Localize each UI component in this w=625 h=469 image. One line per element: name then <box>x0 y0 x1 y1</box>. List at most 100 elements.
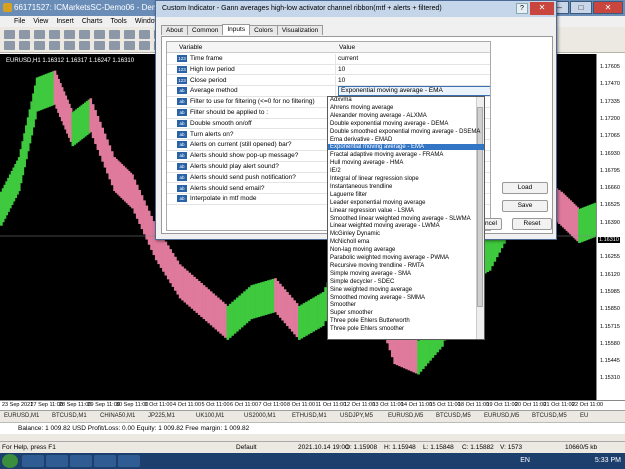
scrollbar-thumb[interactable] <box>477 107 483 307</box>
dropdown-option[interactable]: Adxvma <box>330 97 352 103</box>
tab-inputs[interactable]: Inputs <box>222 24 251 35</box>
taskbar-app-icon[interactable] <box>70 455 92 467</box>
symbol-tab[interactable]: BTCUSD,M5 <box>532 413 567 419</box>
reset-button[interactable]: Reset <box>512 218 552 230</box>
dropdown-option[interactable]: Simple decycler - SDEC <box>330 279 394 285</box>
dropdown-option[interactable]: Smoothed linear weighted moving average … <box>330 216 471 222</box>
dropdown-option[interactable]: Super smoother <box>330 310 373 316</box>
symbol-tab[interactable]: USDJPY,M5 <box>340 413 373 419</box>
dropdown-option[interactable]: McGinley Dynamic <box>330 231 380 237</box>
input-row[interactable]: 123 Time frame current <box>167 54 490 65</box>
menu-charts[interactable]: Charts <box>82 16 103 27</box>
chevron-down-icon[interactable]: ▼ <box>487 87 490 95</box>
dropdown-option[interactable]: Linear weighted moving average - LWMA <box>330 223 440 229</box>
symbol-tab[interactable]: ETHUSD,M1 <box>292 413 327 419</box>
toolbar-icon[interactable] <box>49 41 60 50</box>
symbol-tab[interactable]: BTCUSD,M5 <box>436 413 471 419</box>
symbol-tab[interactable]: BTCUSD,M1 <box>52 413 87 419</box>
load-button[interactable]: Load <box>502 182 548 194</box>
dropdown-option[interactable]: McNicholl ema <box>330 239 369 245</box>
menu-file[interactable]: File <box>14 16 25 27</box>
dropdown-option[interactable]: Instantaneous trendline <box>330 184 392 190</box>
dropdown-option[interactable]: Simple moving average - SMA <box>330 271 411 277</box>
toolbar-icon[interactable] <box>4 30 15 39</box>
dialog-close-button[interactable]: ✕ <box>530 2 554 15</box>
tab-visualization[interactable]: Visualization <box>276 25 324 35</box>
dropdown-option[interactable]: Leader exponential moving average <box>330 200 425 206</box>
ribbon-segment <box>259 282 263 317</box>
toolbar-icon[interactable] <box>34 30 45 39</box>
tab-colors[interactable]: Colors <box>249 25 278 35</box>
symbol-tab[interactable]: CHINA50,M1 <box>100 413 135 419</box>
dropdown-option[interactable]: Ema derivative - EMAD <box>330 137 392 143</box>
input-row[interactable]: 123 Close period 10 <box>167 75 490 87</box>
dropdown-option[interactable]: Non-lag moving average <box>330 247 395 253</box>
symbol-tab[interactable]: US2000,M1 <box>244 413 276 419</box>
tab-common[interactable]: Common <box>187 25 224 35</box>
param-type-icon: ab <box>177 141 187 149</box>
dropdown-option[interactable]: Fractal adaptive moving average - FRAMA <box>330 152 443 158</box>
input-value[interactable]: 10 <box>338 77 345 84</box>
toolbar-icon[interactable] <box>139 30 150 39</box>
taskbar-app-icon[interactable] <box>94 455 116 467</box>
ribbon-segment <box>264 280 268 315</box>
toolbar-icon[interactable] <box>124 30 135 39</box>
input-row[interactable]: 123 High low period 10 <box>167 64 490 76</box>
symbol-tab[interactable]: EURUSD,M1 <box>4 413 39 419</box>
symbol-tab[interactable]: EURUSD,M5 <box>484 413 519 419</box>
toolbar-icon[interactable] <box>109 41 120 50</box>
toolbar-icon[interactable] <box>19 41 30 50</box>
dropdown-option[interactable]: Double exponential moving average - DEMA <box>330 121 448 127</box>
toolbar-icon[interactable] <box>79 30 90 39</box>
save-button[interactable]: Save <box>502 200 548 212</box>
taskbar-app-icon[interactable] <box>46 455 68 467</box>
toolbar-icon[interactable] <box>64 41 75 50</box>
menu-view[interactable]: View <box>33 16 48 27</box>
dropdown-option[interactable]: IE/2 <box>330 168 341 174</box>
dropdown-option[interactable]: Smoothed moving average - SMMA <box>330 295 425 301</box>
language-indicator[interactable]: EN <box>520 457 530 464</box>
dropdown-option[interactable]: Integral of linear regression slope <box>330 176 419 182</box>
tab-about[interactable]: About <box>161 25 188 35</box>
average-method-dropdown-list[interactable]: Adxvma Ahrens moving average Alexander mov… <box>327 96 485 340</box>
dropdown-option[interactable]: Exponential moving average - EMA <box>328 144 484 151</box>
dropdown-option[interactable]: Recursive moving trendline - RMTA <box>330 263 424 269</box>
dropdown-option[interactable]: Alexander moving average - ALXMA <box>330 113 427 119</box>
toolbar-icon[interactable] <box>79 41 90 50</box>
dropdown-option[interactable]: Laguerre filter <box>330 192 367 198</box>
toolbar-icon[interactable] <box>49 30 60 39</box>
symbol-tab[interactable]: EU <box>580 413 588 419</box>
dropdown-option[interactable]: Ahrens moving average <box>330 105 393 111</box>
dropdown-option[interactable]: Sine weighted moving average <box>330 287 412 293</box>
symbol-tab[interactable]: JP225,M1 <box>148 413 175 419</box>
toolbar-icon[interactable] <box>34 41 45 50</box>
toolbar-icon[interactable] <box>94 41 105 50</box>
toolbar-icon[interactable] <box>139 41 150 50</box>
symbol-tab[interactable]: EURUSD,M5 <box>388 413 423 419</box>
input-value[interactable]: current <box>338 55 358 62</box>
menu-tools[interactable]: Tools <box>110 16 126 27</box>
toolbar-icon[interactable] <box>94 30 105 39</box>
toolbar-icon[interactable] <box>64 30 75 39</box>
symbol-tab[interactable]: UK100,M1 <box>196 413 224 419</box>
maximize-button[interactable]: □ <box>570 1 592 14</box>
input-value[interactable]: 10 <box>338 66 345 73</box>
dropdown-option[interactable]: Three pole Ehlers smoother <box>330 326 404 332</box>
taskbar-app-icon[interactable] <box>118 455 140 467</box>
average-method-select[interactable]: Exponential moving average - EMA ▼ <box>338 86 490 97</box>
help-button[interactable]: ? <box>516 3 528 14</box>
toolbar-icon[interactable] <box>109 30 120 39</box>
toolbar-icon[interactable] <box>4 41 15 50</box>
toolbar-icon[interactable] <box>124 41 135 50</box>
start-button[interactable] <box>2 454 18 468</box>
taskbar-app-icon[interactable] <box>22 455 44 467</box>
menu-insert[interactable]: Insert <box>56 16 74 27</box>
dropdown-option[interactable]: Parabolic weighted moving average - PWMA <box>330 255 449 261</box>
dropdown-option[interactable]: Double smoothed exponential moving avera… <box>330 129 480 135</box>
dropdown-option[interactable]: Smoother <box>330 302 356 308</box>
dropdown-option[interactable]: Linear regression value - LSMA <box>330 208 414 214</box>
close-button[interactable]: ✕ <box>593 1 623 14</box>
dropdown-option[interactable]: Three pole Ehlers Butterworth <box>330 318 410 324</box>
dropdown-option[interactable]: Hull moving average - HMA <box>330 160 403 166</box>
toolbar-icon[interactable] <box>19 30 30 39</box>
